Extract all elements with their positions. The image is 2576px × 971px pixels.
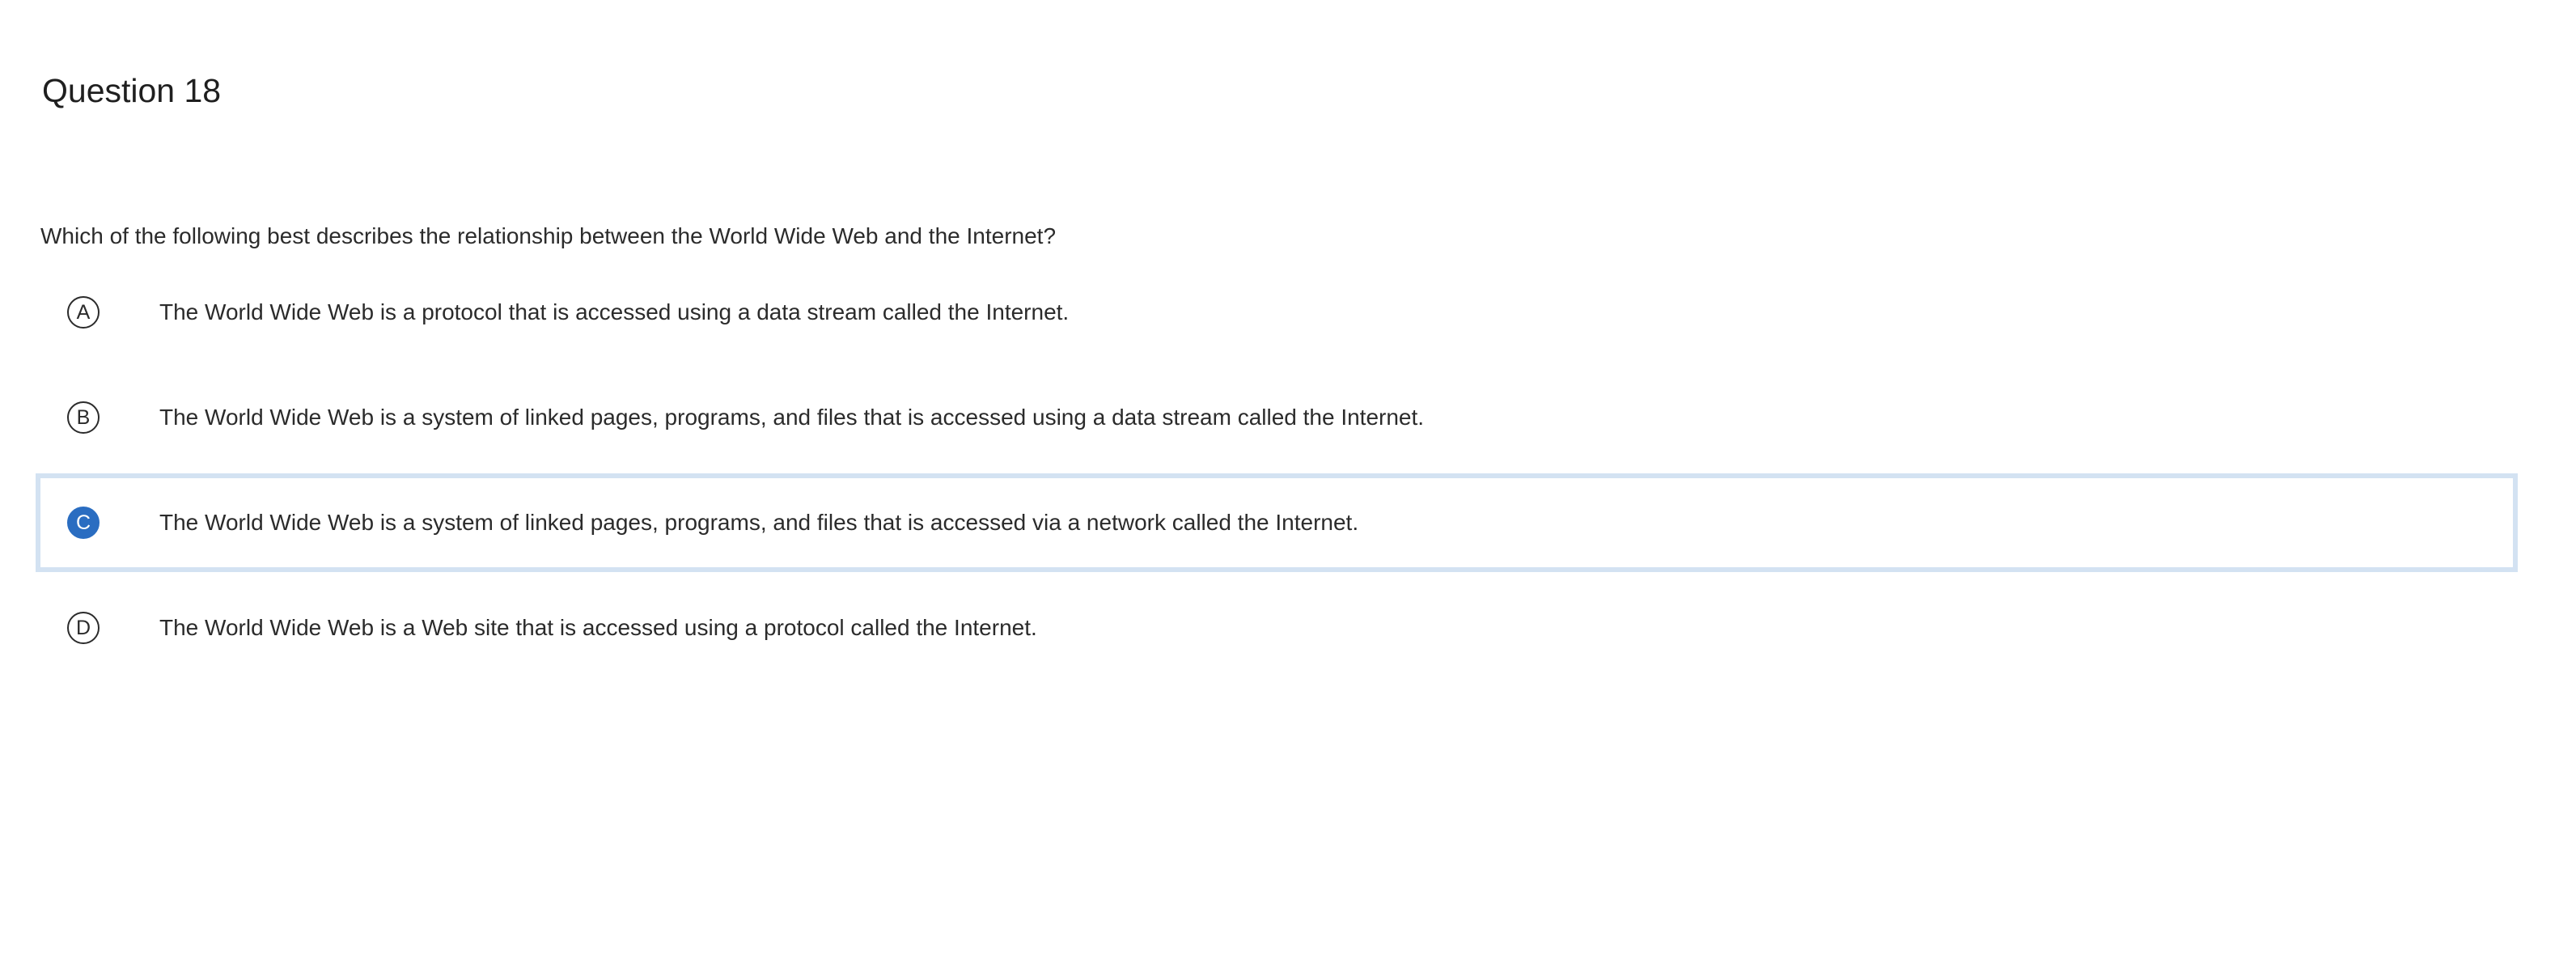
choice-letter-a[interactable]: A: [67, 296, 100, 329]
choice-c[interactable]: C The World Wide Web is a system of link…: [36, 473, 2518, 572]
choice-text-a: The World Wide Web is a protocol that is…: [159, 299, 1070, 324]
choice-a[interactable]: A The World Wide Web is a protocol that …: [36, 263, 2518, 362]
choice-text-b: The World Wide Web is a system of linked…: [159, 405, 1425, 430]
choice-text-c: The World Wide Web is a system of linked…: [159, 510, 1359, 535]
choice-letter-d[interactable]: D: [67, 612, 100, 644]
question-title: Question 18: [42, 72, 222, 109]
choice-letter-c[interactable]: C: [67, 507, 100, 539]
choice-text-d: The World Wide Web is a Web site that is…: [159, 615, 1037, 640]
choice-b[interactable]: B The World Wide Web is a system of link…: [36, 368, 2518, 467]
choice-d[interactable]: D The World Wide Web is a Web site that …: [36, 579, 2518, 677]
question-stem: Which of the following best describes th…: [40, 223, 1057, 248]
choice-letter-b[interactable]: B: [67, 401, 100, 434]
